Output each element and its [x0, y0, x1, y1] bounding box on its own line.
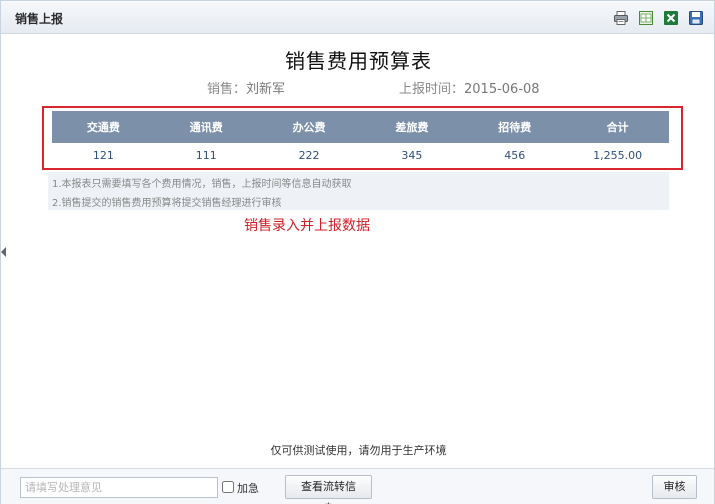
note-item: 2.销售提交的销售费用预算将提交销售经理进行审核	[52, 198, 282, 209]
report-time-value: 2015-06-08	[464, 82, 540, 97]
cell-travel[interactable]: 345	[360, 143, 464, 167]
page-title: 销售费用预算表	[285, 49, 432, 73]
collapse-arrow-icon[interactable]	[1, 247, 6, 257]
toolbar-icons	[613, 10, 704, 26]
salesperson-info: 销售：刘新军	[207, 78, 285, 97]
table-header-row: 交通费 通讯费 办公费 差旅费 招待费 合计	[52, 111, 669, 143]
urgent-checkbox[interactable]	[222, 481, 234, 493]
excel-icon[interactable]	[663, 10, 679, 26]
header-travel: 差旅费	[360, 111, 464, 143]
header-transport: 交通费	[52, 111, 155, 143]
note-item: 1.本报表只需要填写各个费用情况，销售，上报时间等信息自动获取	[52, 179, 352, 190]
salesperson-value: 刘新军	[246, 82, 286, 97]
report-window: 销售上报 销售费用预算表 销售：刘新军 上报时间：2015-06-08 交通费 …	[0, 0, 715, 504]
budget-table: 交通费 通讯费 办公费 差旅费 招待费 合计 121 111 222 345 4…	[52, 111, 669, 167]
opinion-input[interactable]	[20, 477, 218, 498]
report-time-label: 上报时间：	[399, 82, 465, 97]
test-notice: 仅可供测试使用，请勿用于生产环境	[270, 444, 447, 457]
header-communication: 通讯费	[154, 111, 258, 143]
action-bar: 加急 查看流转信息 审核	[1, 468, 714, 504]
cell-transport[interactable]: 121	[52, 143, 155, 167]
report-time-info: 上报时间：2015-06-08	[399, 78, 540, 97]
annotation-text: 销售录入并上报数据	[244, 218, 370, 234]
window-title: 销售上报	[15, 12, 64, 26]
view-flow-button[interactable]: 查看流转信息	[285, 475, 372, 504]
header-total: 合计	[566, 111, 669, 143]
header-office: 办公费	[257, 111, 361, 143]
excel-export-icon[interactable]	[638, 10, 654, 26]
cell-total: 1,255.00	[566, 143, 669, 167]
cell-entertainment[interactable]: 456	[463, 143, 567, 167]
cell-office[interactable]: 222	[257, 143, 361, 167]
header-entertainment: 招待费	[463, 111, 567, 143]
table-row: 121 111 222 345 456 1,255.00	[52, 143, 669, 167]
audit-button[interactable]: 审核	[652, 475, 697, 499]
notes-panel: 1.本报表只需要填写各个费用情况，销售，上报时间等信息自动获取 2.销售提交的销…	[48, 172, 669, 210]
urgent-label: 加急	[237, 482, 259, 495]
cell-communication[interactable]: 111	[154, 143, 258, 167]
save-icon[interactable]	[688, 10, 704, 26]
title-bar: 销售上报	[1, 1, 714, 34]
salesperson-label: 销售：	[207, 82, 247, 97]
printer-icon[interactable]	[613, 10, 629, 26]
